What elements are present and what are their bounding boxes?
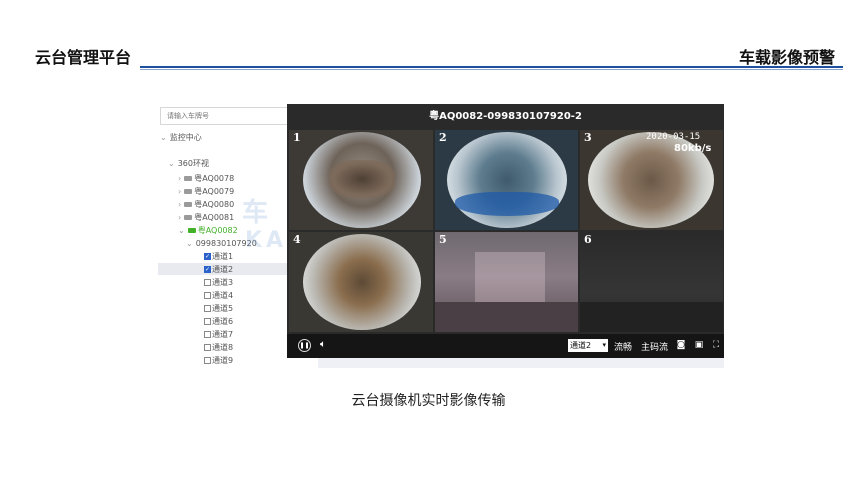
expand-arrow-icon: › [178,174,182,183]
channel-item[interactable]: 通道8 [204,343,233,353]
collapse-arrow-icon: ⌄ [160,133,167,142]
vehicle-label: 粤AQ0080 [194,200,235,209]
channel-label: 通道6 [212,317,234,326]
overlay-bitrate: 80kb/s [674,143,712,154]
vehicle-item[interactable]: › 粤AQ0078 [178,174,234,184]
cell-number: 2 [439,131,447,144]
video-cell[interactable]: 6 [580,232,723,332]
main-stream-option[interactable]: 主码流 [641,340,668,353]
tree-group-item[interactable]: ⌄ 360环视 [168,159,209,169]
camera-icon[interactable]: ◙ [675,339,687,351]
collapse-arrow-icon: ⌄ [186,239,193,248]
tree-root-label: 监控中心 [169,133,202,142]
channel-item[interactable]: 通道7 [204,330,233,340]
expand-arrow-icon: › [178,213,182,222]
channel-label: 通道2 [212,265,234,274]
vehicle-online-icon [187,228,196,233]
checkbox-icon[interactable] [204,292,211,299]
cell-number: 3 [584,131,592,144]
channel-item[interactable]: ✓ 通道2 [204,265,233,275]
channel-label: 通道1 [212,252,234,261]
channel-item[interactable]: 通道4 [204,291,233,301]
pause-icon[interactable]: ❚❚ [298,339,311,352]
dropdown-arrow-icon: ▾ [602,341,606,349]
vehicle-label: 粤AQ0082 [197,226,238,235]
checkbox-icon[interactable] [204,344,211,351]
vehicle-label: 粤AQ0079 [194,187,235,196]
channel-label: 通道9 [212,356,234,365]
channel-item[interactable]: 通道6 [204,317,233,327]
video-cell[interactable]: 2020-03-15 80kb/s 3 [580,130,723,230]
expand-arrow-icon: › [178,187,182,196]
vehicle-item-active[interactable]: ⌄ 粤AQ0082 [178,226,238,236]
vehicle-icon [184,176,193,181]
cell-number: 6 [584,233,592,246]
collapse-arrow-icon: ⌄ [168,159,175,168]
player-control-bar: ❚❚ 🔈︎ 通道2 ▾ 流畅 主码流 ◙ ▣ ⛶ [287,334,724,358]
header-divider [140,66,843,68]
channel-label: 通道3 [212,278,234,287]
fluency-option[interactable]: 流畅 [614,340,632,353]
overlay-date: 2020-03-15 [646,132,701,142]
checkbox-icon[interactable] [204,357,211,364]
channel-item[interactable]: 通道9 [204,356,233,366]
channel-select[interactable]: 通道2 ▾ [568,339,608,352]
expand-arrow-icon: › [178,200,182,209]
vehicle-item[interactable]: › 粤AQ0081 [178,213,234,223]
tree-root-item[interactable]: ⌄ 监控中心 [160,133,202,143]
header-left-title: 云台管理平台 [35,48,132,67]
video-player: 粤AQ0082-099830107920-2 1 2 2020-03-15 80… [287,104,724,358]
header-divider-thin [140,69,843,70]
vehicle-icon [184,202,193,207]
volume-icon[interactable]: 🔈︎ [320,339,326,350]
channel-item[interactable]: 通道3 [204,278,233,288]
video-cell[interactable]: 2 [435,130,578,230]
vehicle-label: 粤AQ0078 [194,174,235,183]
checkbox-checked-icon[interactable]: ✓ [204,266,211,273]
fullscreen-icon[interactable]: ⛶ [710,339,722,351]
cell-number: 1 [293,131,301,144]
checkbox-icon[interactable] [204,331,211,338]
checkbox-icon[interactable] [204,305,211,312]
slide-caption: 云台摄像机实时影像传输 [351,393,506,409]
vehicle-icon [184,189,193,194]
video-cell[interactable]: 1 [289,130,433,230]
channel-label: 通道4 [212,291,234,300]
checkbox-icon[interactable] [204,279,211,286]
watermark-logo: 车 [242,198,271,228]
checkbox-icon[interactable] [204,318,211,325]
video-cell[interactable]: 5 [435,232,578,332]
channel-label: 通道5 [212,304,234,313]
player-title: 粤AQ0082-099830107920-2 [429,111,582,122]
vehicle-icon [184,215,193,220]
channel-item[interactable]: ✓ 通道1 [204,252,233,262]
cell-number: 5 [439,233,447,246]
cell-number: 4 [293,233,301,246]
checkbox-checked-icon[interactable]: ✓ [204,253,211,260]
player-shadow [318,358,724,368]
tree-group-label: 360环视 [177,159,209,168]
channel-item[interactable]: 通道5 [204,304,233,314]
header-right-title: 车载影像预警 [738,48,835,67]
vehicle-label: 粤AQ0081 [194,213,235,222]
vehicle-item[interactable]: › 粤AQ0080 [178,200,234,210]
channel-select-value: 通道2 [570,341,592,350]
video-cell[interactable]: 4 [289,232,433,332]
vehicle-item[interactable]: › 粤AQ0079 [178,187,234,197]
channel-label: 通道8 [212,343,234,352]
collapse-arrow-icon: ⌄ [178,226,185,235]
record-icon[interactable]: ▣ [693,339,705,351]
channel-label: 通道7 [212,330,234,339]
